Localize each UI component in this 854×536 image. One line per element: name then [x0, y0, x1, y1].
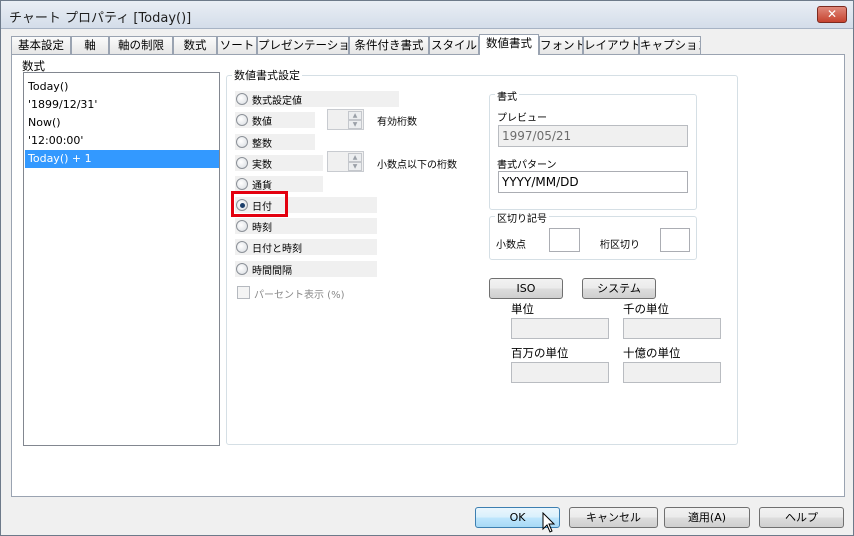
radio-button[interactable]: [236, 263, 248, 275]
close-button[interactable]: ✕: [817, 6, 847, 23]
stepper-up-icon[interactable]: ▲: [348, 111, 362, 120]
title-bar[interactable]: チャート プロパティ [Today()] ✕: [1, 1, 853, 29]
significant-digits-stepper[interactable]: ▲ ▼: [327, 109, 364, 130]
million-unit-label: 百万の単位: [511, 346, 569, 360]
thousand-unit-label: 千の単位: [623, 302, 669, 316]
tab-axis[interactable]: 軸: [71, 36, 109, 54]
apply-button[interactable]: 適用(A): [664, 507, 750, 528]
stepper-down-icon[interactable]: ▼: [348, 162, 362, 171]
tab-caption[interactable]: キャプション: [639, 36, 701, 54]
number-format-group-title: 数値書式設定: [232, 67, 302, 83]
cancel-button[interactable]: キャンセル: [569, 507, 658, 528]
preview-field: 1997/05/21: [498, 125, 688, 147]
format-group: 書式 プレビュー 1997/05/21 書式パターン YYYY/MM/DD: [489, 88, 697, 210]
number-format-page: 数式 Today() '1899/12/31' Now() '12:00:00'…: [11, 54, 845, 497]
radio-bg: [235, 155, 323, 171]
tab-font[interactable]: フォント: [539, 36, 583, 54]
decimal-separator-label: 小数点: [496, 240, 526, 251]
radio-button[interactable]: [236, 136, 248, 148]
radio-label: 時刻: [252, 223, 272, 234]
list-item[interactable]: Today(): [25, 78, 219, 96]
radio-button[interactable]: [236, 241, 248, 253]
system-button[interactable]: システム: [582, 278, 656, 299]
help-button[interactable]: ヘルプ: [759, 507, 844, 528]
tab-basic-settings[interactable]: 基本設定: [11, 36, 71, 54]
format-group-title: 書式: [495, 88, 519, 103]
tab-number-format[interactable]: 数値書式: [479, 34, 539, 55]
format-pattern-input[interactable]: YYYY/MM/DD: [498, 171, 688, 193]
thousand-unit-field: [623, 318, 721, 339]
number-format-group: 数値書式設定 数式設定値 数値 整数 実数 通貨 日付 時刻 日付と時刻 時間間…: [226, 67, 738, 445]
separator-group-title: 区切り記号: [495, 210, 549, 225]
radio-label: 整数: [252, 139, 272, 150]
thousand-separator-input[interactable]: [660, 228, 690, 252]
tab-expressions[interactable]: 数式: [173, 36, 217, 54]
percent-label: パーセント表示 (%): [254, 290, 345, 301]
tab-conditional-format[interactable]: 条件付き書式: [349, 36, 429, 54]
separator-group: 区切り記号 小数点 桁区切り: [489, 210, 697, 260]
million-unit-field: [511, 362, 609, 383]
radio-label: 日付と時刻: [252, 244, 302, 255]
expressions-list[interactable]: Today() '1899/12/31' Now() '12:00:00' To…: [23, 72, 220, 446]
chart-properties-dialog: チャート プロパティ [Today()] ✕ 基本設定 軸 軸の制限 数式 ソー…: [0, 0, 854, 536]
list-item[interactable]: Now(): [25, 114, 219, 132]
radio-button[interactable]: [236, 157, 248, 169]
preview-label: プレビュー: [497, 113, 547, 124]
billion-unit-field: [623, 362, 721, 383]
unit-field: [511, 318, 609, 339]
stepper-down-icon[interactable]: ▼: [348, 120, 362, 129]
iso-button[interactable]: ISO: [489, 278, 563, 299]
list-item-selected[interactable]: Today() + 1: [25, 150, 219, 168]
radio-label: 数値: [252, 117, 272, 128]
significant-digits-label: 有効桁数: [377, 117, 417, 128]
radio-button[interactable]: [236, 93, 248, 105]
radio-button[interactable]: [236, 220, 248, 232]
radio-button[interactable]: [236, 178, 248, 190]
radio-button[interactable]: [236, 114, 248, 126]
thousand-separator-label: 桁区切り: [600, 240, 640, 251]
tab-presentation[interactable]: プレゼンテーション: [257, 36, 349, 54]
radio-label: 数式設定値: [252, 96, 302, 107]
decimal-separator-input[interactable]: [549, 228, 580, 252]
stepper-up-icon[interactable]: ▲: [348, 153, 362, 162]
tab-axis-limits[interactable]: 軸の制限: [109, 36, 173, 54]
window-title: チャート プロパティ [Today()]: [9, 11, 192, 26]
decimals-label: 小数点以下の桁数: [377, 160, 457, 171]
radio-label: 時間間隔: [252, 266, 292, 277]
mouse-pointer-icon: [542, 512, 556, 533]
decimals-stepper[interactable]: ▲ ▼: [327, 151, 364, 172]
radio-label: 通貨: [252, 181, 272, 192]
billion-unit-label: 十億の単位: [623, 346, 681, 360]
tab-style[interactable]: スタイル: [429, 36, 479, 54]
format-pattern-label: 書式パターン: [497, 160, 557, 171]
radio-label: 実数: [252, 160, 272, 171]
radio-bg: [235, 176, 323, 192]
list-item[interactable]: '12:00:00': [25, 132, 219, 150]
tab-sort[interactable]: ソート: [217, 36, 257, 54]
percent-checkbox[interactable]: [237, 286, 250, 299]
unit-label: 単位: [511, 302, 534, 316]
tab-layout[interactable]: レイアウト: [583, 36, 639, 54]
date-option-highlight: [231, 191, 288, 217]
list-item[interactable]: '1899/12/31': [25, 96, 219, 114]
